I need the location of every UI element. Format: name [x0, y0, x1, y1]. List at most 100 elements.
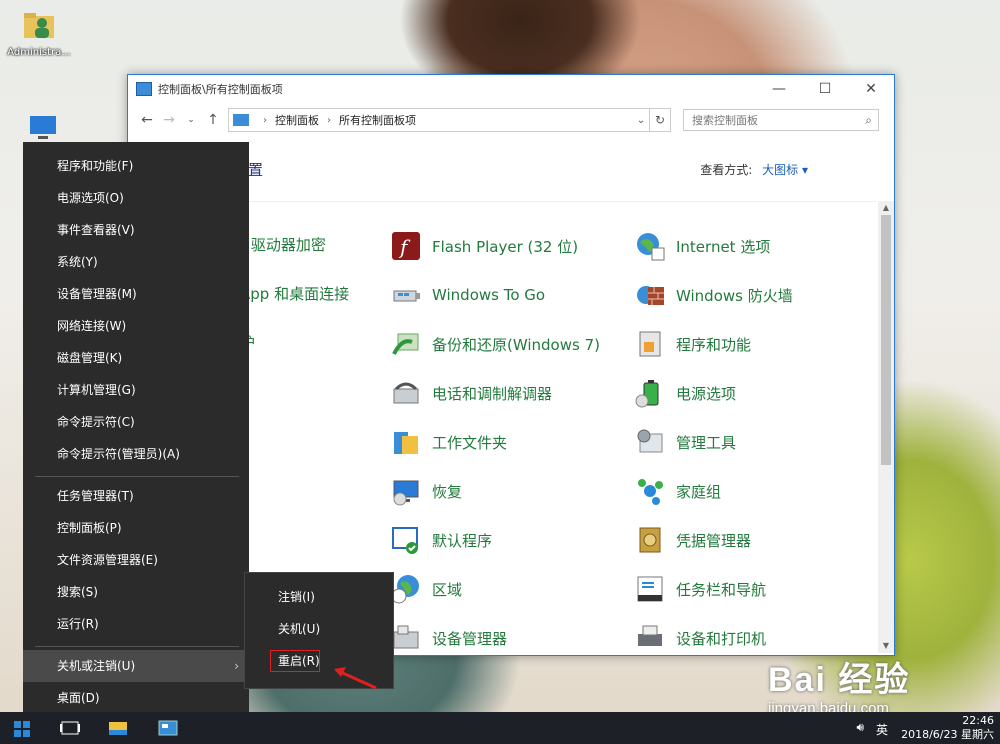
scroll-down-icon[interactable]: ▼ — [878, 639, 894, 653]
cp-item-default-programs[interactable]: 默认程序 — [390, 524, 492, 556]
menu-item-command-prompt-admin[interactable]: 命令提示符(管理员)(A) — [23, 438, 249, 470]
cp-item-work-folders[interactable]: 工作文件夹 — [390, 426, 507, 458]
cp-item-label: 程序和功能 — [676, 335, 752, 354]
usb-icon — [393, 290, 420, 302]
control-panel-taskbar-icon[interactable] — [154, 716, 182, 740]
menu-item-computer-management[interactable]: 计算机管理(G) — [23, 374, 249, 406]
menu-item-programs-features[interactable]: 程序和功能(F) — [23, 150, 249, 182]
programs-icon — [639, 331, 661, 357]
menu-item-system[interactable]: 系统(Y) — [23, 246, 249, 278]
menu-item-control-panel[interactable]: 控制面板(P) — [23, 512, 249, 544]
cp-item-label: Flash Player (32 位) — [432, 237, 579, 256]
maximize-button[interactable]: ☐ — [802, 75, 848, 103]
recent-dropdown-icon[interactable]: ⌄ — [180, 115, 202, 125]
file-explorer-icon[interactable] — [104, 716, 132, 740]
submenu-item-shutdown[interactable]: 关机(U) — [245, 613, 393, 645]
menu-item-command-prompt[interactable]: 命令提示符(C) — [23, 406, 249, 438]
ime-indicator[interactable]: 英 — [876, 721, 888, 738]
vertical-scrollbar[interactable]: ▲ ▼ — [878, 201, 894, 653]
minimize-button[interactable]: — — [756, 75, 802, 103]
menu-item-event-viewer[interactable]: 事件查看器(V) — [23, 214, 249, 246]
address-bar[interactable]: › 控制面板 › 所有控制面板项 ⌄ — [228, 108, 650, 132]
menu-item-shutdown-signout[interactable]: 关机或注销(U) › — [23, 650, 249, 682]
cp-item-devices-printers[interactable]: 设备和打印机 — [634, 622, 766, 654]
scroll-thumb[interactable] — [881, 215, 891, 465]
search-placeholder: 搜索控制面板 — [692, 114, 758, 127]
refresh-icon[interactable]: ↻ — [650, 108, 671, 132]
task-view-icon[interactable] — [56, 716, 84, 740]
cp-item-label: 凭据管理器 — [676, 531, 752, 550]
menu-item-run[interactable]: 运行(R) — [23, 608, 249, 640]
taskbar-icon — [637, 576, 663, 602]
cp-item-flash-player[interactable]: f Flash Player (32 位) — [390, 230, 578, 262]
cp-item-firewall[interactable]: Windows 防火墙 — [634, 279, 793, 311]
title-bar: 控制面板\所有控制面板项 — ☐ ✕ — [128, 75, 894, 103]
forward-icon[interactable]: → — [158, 112, 180, 128]
submenu-arrow-icon: › — [234, 659, 239, 673]
flash-icon: f — [392, 232, 420, 260]
menu-item-task-manager[interactable]: 任务管理器(T) — [23, 480, 249, 512]
admin-tools-icon — [637, 429, 663, 453]
menu-item-file-explorer[interactable]: 文件资源管理器(E) — [23, 544, 249, 576]
cp-item-credential-manager[interactable]: 凭据管理器 — [634, 524, 751, 556]
device-manager-icon — [393, 625, 419, 649]
cp-item-label: 工作文件夹 — [432, 433, 508, 452]
cp-item-recovery[interactable]: 恢复 — [390, 475, 462, 507]
search-input[interactable]: 搜索控制面板 ⌕ — [683, 109, 879, 131]
menu-item-desktop[interactable]: 桌面(D) — [23, 682, 249, 714]
back-icon[interactable]: ← — [136, 112, 158, 128]
menu-item-device-manager[interactable]: 设备管理器(M) — [23, 278, 249, 310]
default-programs-icon — [392, 527, 418, 554]
cp-item-taskbar-navigation[interactable]: 任务栏和导航 — [634, 573, 766, 605]
windows-start-icon[interactable] — [14, 721, 30, 737]
firewall-icon — [637, 286, 664, 305]
cp-item-device-manager[interactable]: 设备管理器 — [390, 622, 507, 654]
menu-item-search[interactable]: 搜索(S) — [23, 576, 249, 608]
vault-icon — [639, 527, 661, 553]
breadcrumb-control-panel[interactable]: 控制面板 — [275, 112, 319, 128]
internet-icon — [637, 233, 665, 261]
desktop-icon-label: Administra... — [7, 47, 71, 58]
menu-separator — [35, 476, 239, 477]
volume-icon[interactable]: 🔊︎ — [856, 720, 864, 735]
cp-item-backup[interactable]: 备份和还原(Windows 7) — [390, 328, 600, 360]
cp-item-label: 电话和调制解调器 — [432, 384, 553, 403]
partial-item-bitlocker[interactable]: r 驱动器加密 — [240, 234, 326, 255]
globe-clock-icon — [391, 575, 419, 604]
cp-item-phone-modem[interactable]: 电话和调制解调器 — [390, 377, 552, 409]
cp-item-label: Windows To Go — [432, 286, 546, 304]
cp-item-power-options[interactable]: 电源选项 — [634, 377, 736, 409]
submenu-item-signout[interactable]: 注销(I) — [245, 581, 393, 613]
clock[interactable]: 22:46 2018/6/23 星期六 — [901, 714, 994, 742]
menu-item-power-options[interactable]: 电源选项(O) — [23, 182, 249, 214]
cp-item-internet-options[interactable]: Internet 选项 — [634, 230, 770, 262]
view-by: 查看方式: 大图标 ▾ — [700, 161, 808, 178]
view-by-dropdown[interactable]: 大图标 ▾ — [762, 163, 808, 177]
homegroup-icon — [638, 479, 663, 505]
menu-separator — [35, 646, 239, 647]
address-dropdown-icon[interactable]: ⌄ — [633, 115, 649, 126]
control-panel-icon — [136, 82, 152, 96]
cp-item-windows-to-go[interactable]: Windows To Go — [390, 279, 545, 311]
user-folder-icon — [24, 13, 54, 38]
breadcrumb-all-items[interactable]: 所有控制面板项 — [339, 112, 416, 128]
scroll-up-icon[interactable]: ▲ — [878, 201, 894, 215]
phone-icon — [393, 382, 419, 404]
cp-item-homegroup[interactable]: 家庭组 — [634, 475, 721, 507]
recovery-icon — [393, 480, 419, 506]
battery-icon — [635, 380, 659, 408]
view-by-label: 查看方式: — [700, 163, 753, 177]
cp-item-label: 家庭组 — [676, 482, 722, 501]
search-icon: ⌕ — [865, 112, 872, 127]
menu-item-disk-management[interactable]: 磁盘管理(K) — [23, 342, 249, 374]
menu-item-network-connections[interactable]: 网络连接(W) — [23, 310, 249, 342]
up-icon[interactable]: ↑ — [202, 112, 224, 128]
desktop-icon-administrator[interactable]: Administra... — [4, 8, 74, 58]
cp-item-admin-tools[interactable]: 管理工具 — [634, 426, 736, 458]
cp-item-region[interactable]: 区域 — [390, 573, 462, 605]
menu-item-label: 关机或注销(U) — [57, 659, 136, 673]
partial-item-remoteapp[interactable]: App 和桌面连接 — [240, 283, 349, 304]
close-button[interactable]: ✕ — [848, 75, 894, 103]
red-pointer-arrow-icon — [334, 667, 377, 690]
cp-item-programs-features[interactable]: 程序和功能 — [634, 328, 751, 360]
